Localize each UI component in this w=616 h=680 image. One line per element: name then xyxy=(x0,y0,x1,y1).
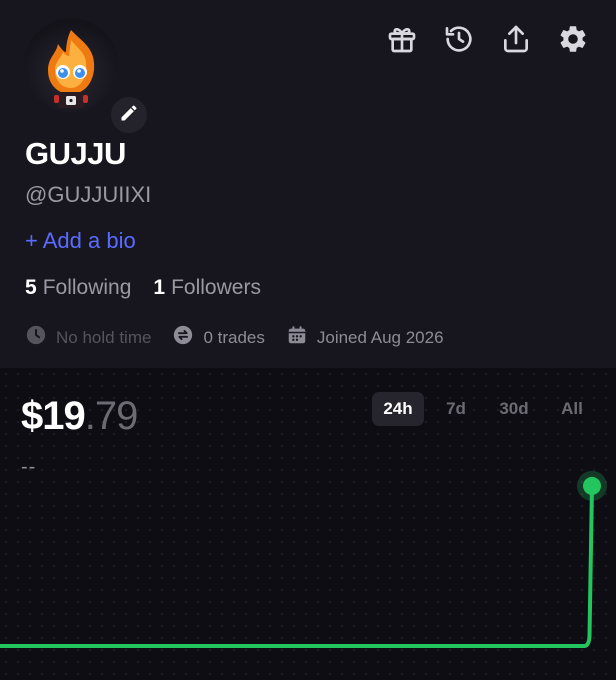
swap-icon xyxy=(172,324,194,351)
share-icon[interactable] xyxy=(499,22,533,56)
pencil-icon xyxy=(119,103,139,128)
profile-header: GUJJU @GUJJUIIXI + Add a bio 5 Following … xyxy=(0,0,616,368)
range-tab-30d[interactable]: 30d xyxy=(488,392,540,426)
settings-icon[interactable] xyxy=(556,22,590,56)
avatar-container xyxy=(24,18,150,136)
followers-link[interactable]: 1 Followers xyxy=(153,276,261,300)
history-icon[interactable] xyxy=(442,22,476,56)
profile-meta: No hold time 0 trades Joined Aug 2026 xyxy=(25,324,465,351)
hold-time-text: No hold time xyxy=(56,327,152,347)
portfolio-panel: $19.79 -- 24h 7d 30d All xyxy=(0,368,616,680)
following-link[interactable]: 5 Following xyxy=(25,276,131,300)
gift-icon[interactable] xyxy=(385,22,419,56)
trades-stat: 0 trades xyxy=(172,324,265,351)
edit-avatar-button[interactable] xyxy=(108,94,150,136)
range-tab-7d[interactable]: 7d xyxy=(430,392,482,426)
profile-handle: @GUJJUIIXI xyxy=(25,182,152,207)
avatar[interactable] xyxy=(24,18,118,112)
trades-text: 0 trades xyxy=(203,327,265,347)
clock-icon xyxy=(25,324,47,351)
balance-whole: $19 xyxy=(21,394,86,438)
following-label: Following xyxy=(42,276,132,299)
hold-time-stat: No hold time xyxy=(25,324,151,351)
current-point xyxy=(583,476,601,495)
balance-cents: .79 xyxy=(84,394,139,438)
range-tab-all[interactable]: All xyxy=(546,392,598,426)
followers-label: Followers xyxy=(171,276,261,299)
portfolio-change: -- xyxy=(21,456,37,478)
calendar-icon xyxy=(286,324,308,351)
range-tab-24h[interactable]: 24h xyxy=(372,392,424,426)
profile-name: GUJJU xyxy=(25,136,126,171)
follow-stats: 5 Following 1 Followers xyxy=(25,276,261,300)
following-count: 5 xyxy=(25,276,37,299)
joined-stat: Joined Aug 2026 xyxy=(286,324,444,351)
joined-text: Joined Aug 2026 xyxy=(316,327,444,347)
header-actions xyxy=(385,22,590,56)
portfolio-balance: $19.79 xyxy=(21,394,139,439)
add-bio-link[interactable]: + Add a bio xyxy=(25,228,136,254)
followers-count: 1 xyxy=(153,276,166,299)
range-selector: 24h 7d 30d All xyxy=(372,392,598,426)
portfolio-line xyxy=(0,485,594,648)
